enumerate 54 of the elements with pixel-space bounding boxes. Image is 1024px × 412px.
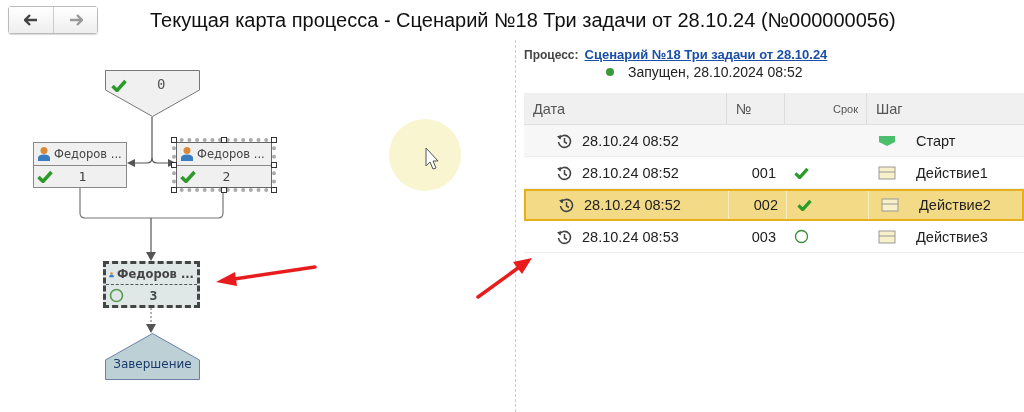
cursor-icon [425, 147, 439, 170]
column-header[interactable]: Шаг [866, 93, 1024, 124]
nav-button[interactable] [9, 7, 53, 33]
number-cell: 002 [753, 197, 778, 213]
forward-arrow-icon [68, 14, 83, 26]
date-cell: 28.10.24 08:52 [582, 132, 679, 149]
history-icon [556, 164, 572, 181]
action-step-icon [878, 165, 896, 180]
user-icon [37, 146, 51, 162]
action-step-icon [881, 198, 899, 212]
step-cell: Действие1 [916, 164, 988, 181]
end-node[interactable] [105, 333, 200, 380]
task-node[interactable]: Федоров ... 3 [103, 261, 200, 308]
process-link[interactable]: Сценарий №18 Три задачи от 28.10.24 [584, 47, 828, 62]
start-step-icon [878, 134, 896, 147]
start-node[interactable] [105, 70, 200, 117]
step-cell: Действие2 [919, 197, 991, 213]
task-node[interactable]: Федоров ... 2 [176, 142, 272, 188]
node-label: 2 [221, 168, 232, 184]
column-header[interactable]: № [726, 93, 784, 124]
node-label: Завершение [112, 357, 193, 371]
date-cell: 28.10.24 08:53 [582, 228, 679, 245]
date-cell: 28.10.24 08:52 [584, 197, 681, 213]
node-label: 1 [77, 168, 88, 184]
history-icon [558, 197, 574, 213]
history-icon [556, 228, 572, 245]
user-icon [180, 146, 194, 162]
node-user: Федоров ... [117, 267, 194, 281]
cursor-highlight [389, 119, 461, 191]
date-cell: 28.10.24 08:52 [582, 164, 679, 181]
history-icon [556, 132, 572, 149]
status-dot [606, 68, 614, 76]
step-cell: Старт [916, 132, 956, 149]
column-header[interactable]: Дата [524, 93, 726, 124]
number-cell: 001 [751, 164, 776, 181]
step-cell: Действие3 [916, 228, 988, 245]
node-user: Федоров ... [54, 146, 122, 161]
column-header[interactable]: Срок [784, 93, 866, 124]
number-cell: 003 [751, 228, 776, 245]
node-label: 3 [148, 287, 159, 303]
annotation-arrow [476, 258, 532, 299]
action-step-icon [878, 229, 896, 244]
node-label: 0 [157, 76, 166, 92]
task-node[interactable]: Федоров ... 1 [33, 142, 127, 188]
node-user: Федоров ... [197, 146, 265, 161]
table-row[interactable]: 28.10.24 08:52 002 Действие2 [524, 189, 1024, 221]
table-row[interactable]: 28.10.24 08:52 Старт [524, 125, 1024, 157]
back-arrow-icon [24, 14, 38, 26]
window-title: Текущая карта процесса - Сценарий №18 Три задачи от 28.10.24 (№000000056) [150, 8, 896, 32]
connector [146, 307, 156, 333]
process-status: Запущен, 28.10.2024 08:52 [628, 64, 803, 80]
process-label: Процесс: [524, 48, 579, 62]
table-row[interactable]: 28.10.24 08:53 003 Действие3 [524, 221, 1024, 253]
connector [127, 116, 176, 167]
